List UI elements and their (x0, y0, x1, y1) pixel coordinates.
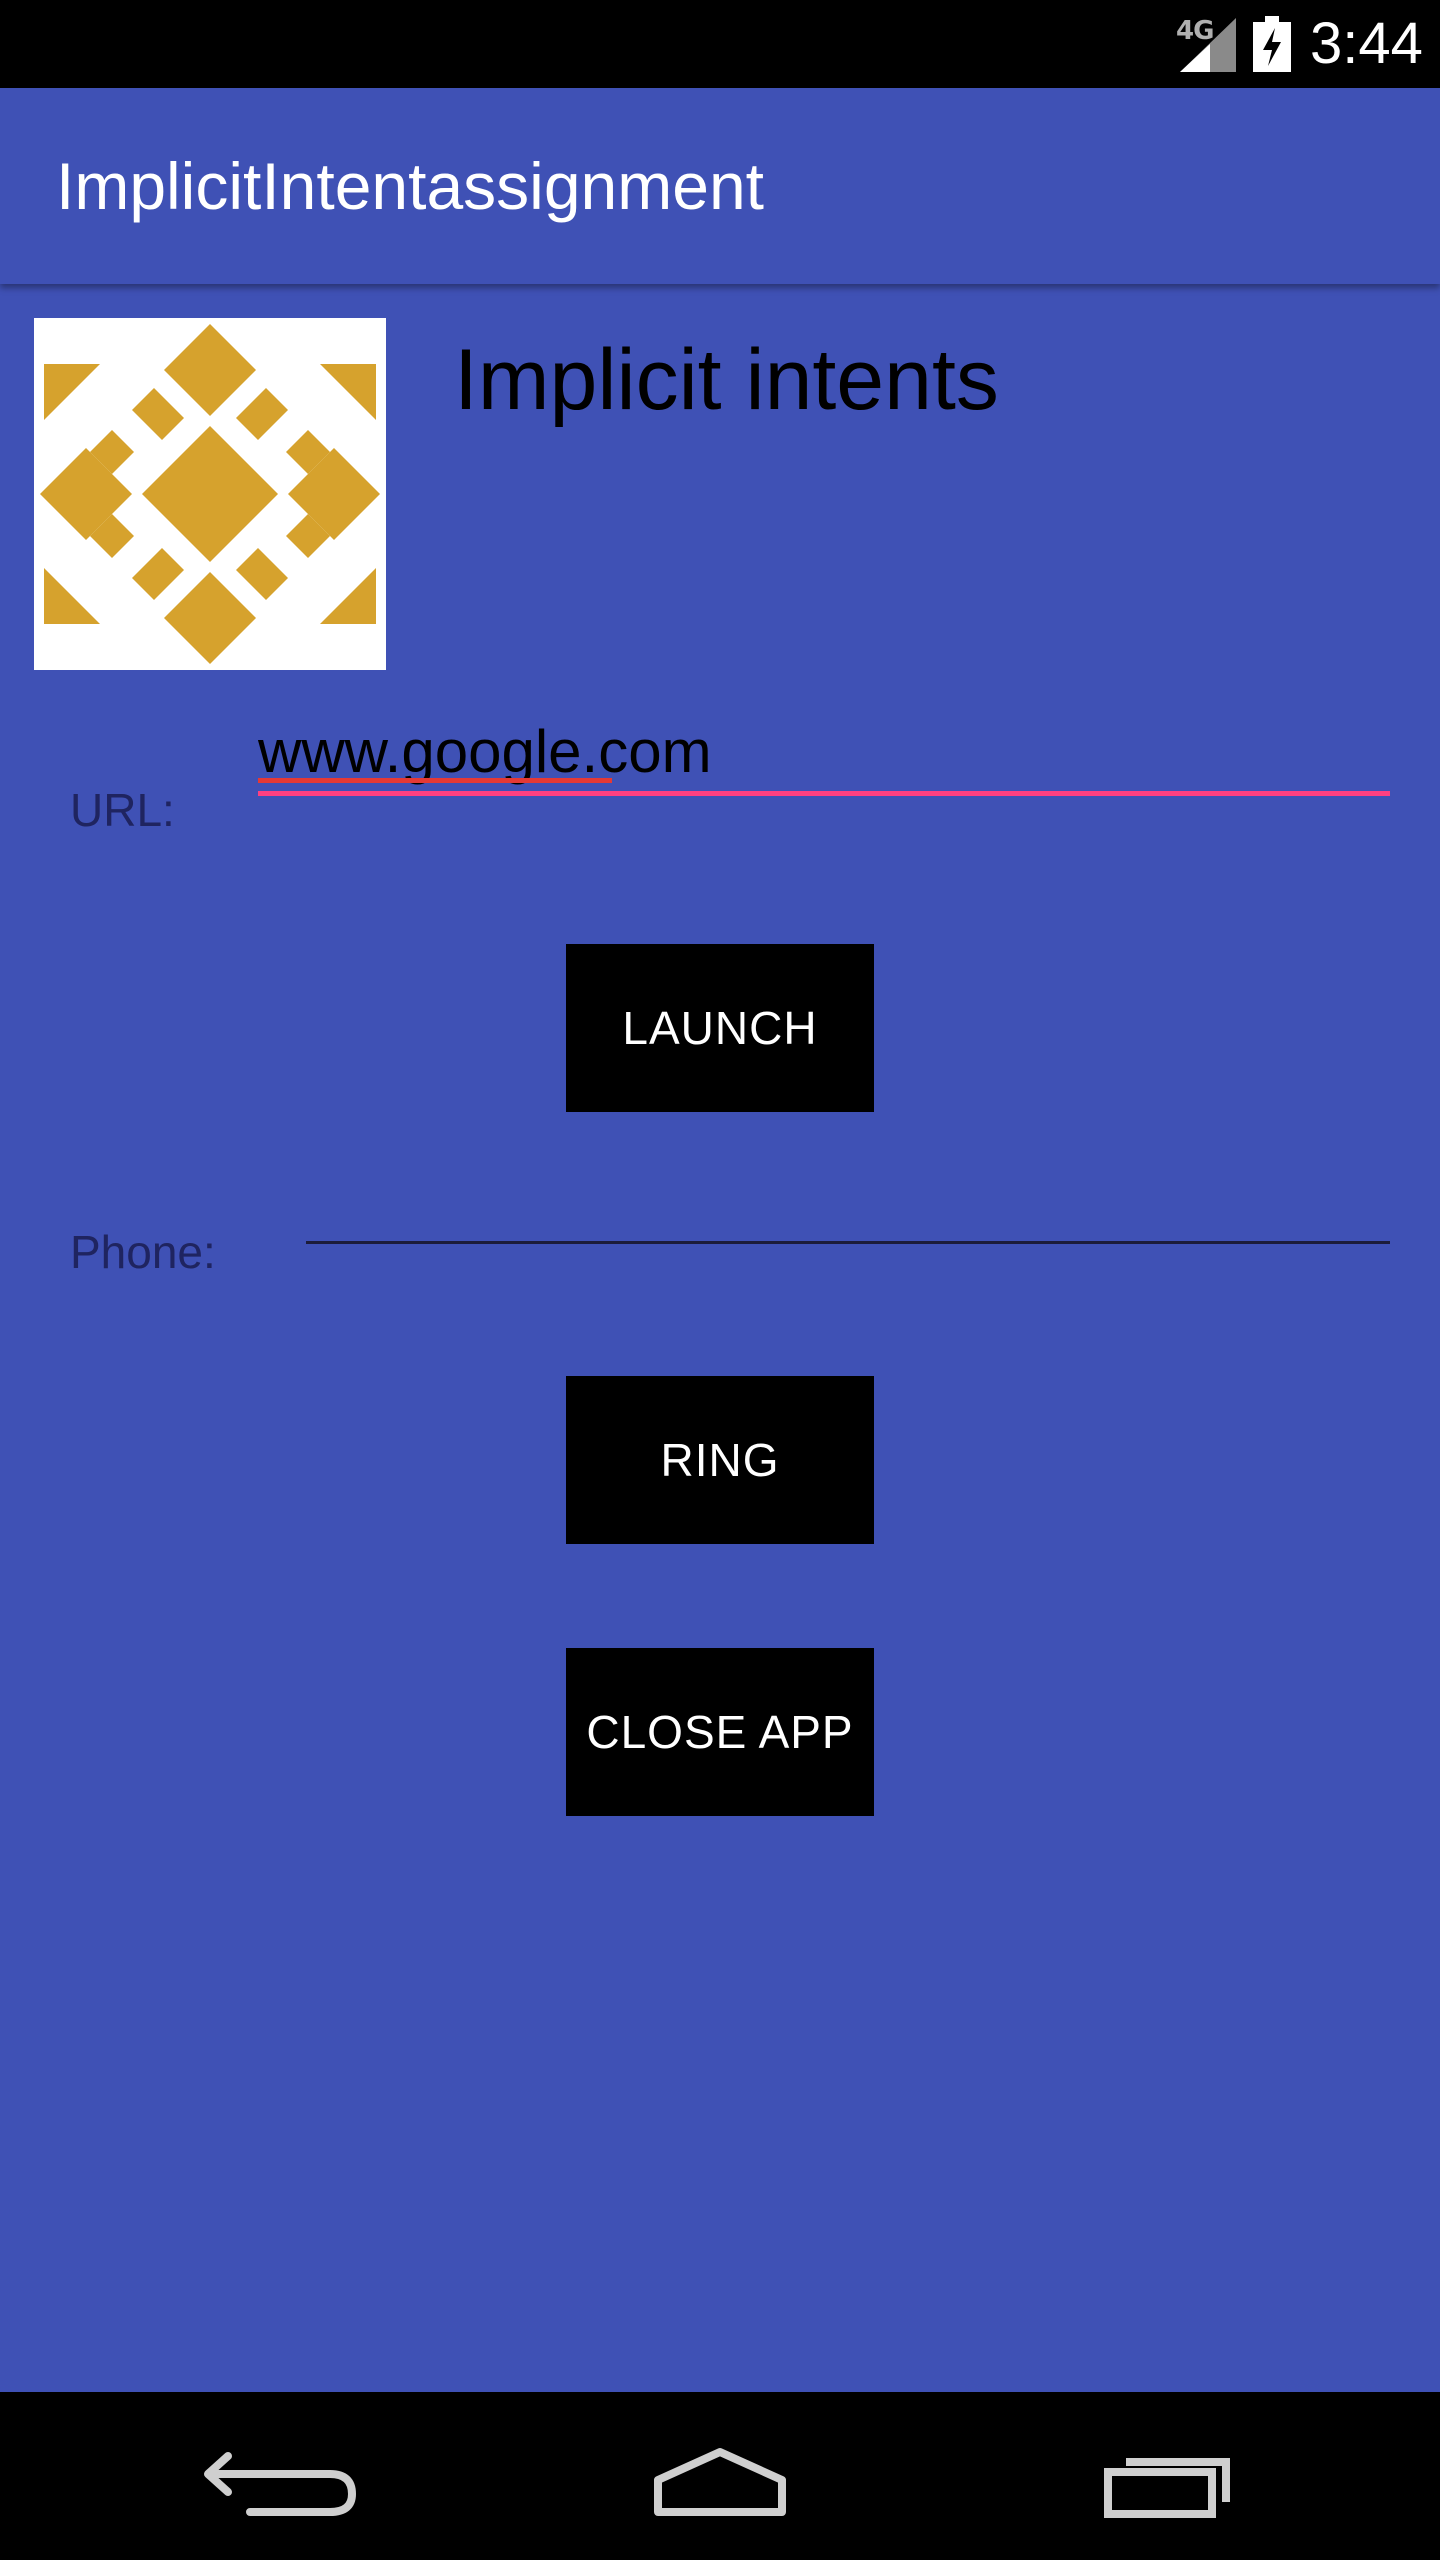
spellcheck-underline (258, 778, 612, 783)
phone-label: Phone: (70, 1226, 216, 1278)
diamond-tile-logo (34, 318, 386, 670)
page-heading: Implicit intents (454, 332, 999, 428)
close-app-button[interactable]: CLOSE APP (566, 1648, 874, 1816)
phone-input[interactable] (306, 1160, 1390, 1244)
url-input[interactable] (258, 712, 1390, 796)
ring-button[interactable]: RING (566, 1376, 874, 1544)
launch-button[interactable]: LAUNCH (566, 944, 874, 1112)
signal-icon (1180, 18, 1240, 76)
app-screen: 4G 3:44 ImplicitIntentassignment Implici… (0, 0, 1440, 2560)
app-title: ImplicitIntentassignment (56, 149, 764, 223)
back-icon[interactable] (180, 2426, 380, 2526)
battery-charging-icon (1253, 16, 1291, 76)
status-bar: 4G 3:44 (0, 0, 1440, 88)
recents-icon[interactable] (1060, 2426, 1260, 2526)
navigation-bar (0, 2392, 1440, 2560)
status-clock: 3:44 (1310, 11, 1423, 76)
app-bar: ImplicitIntentassignment (0, 88, 1440, 284)
home-icon[interactable] (620, 2426, 820, 2526)
url-label: URL: (70, 784, 175, 836)
